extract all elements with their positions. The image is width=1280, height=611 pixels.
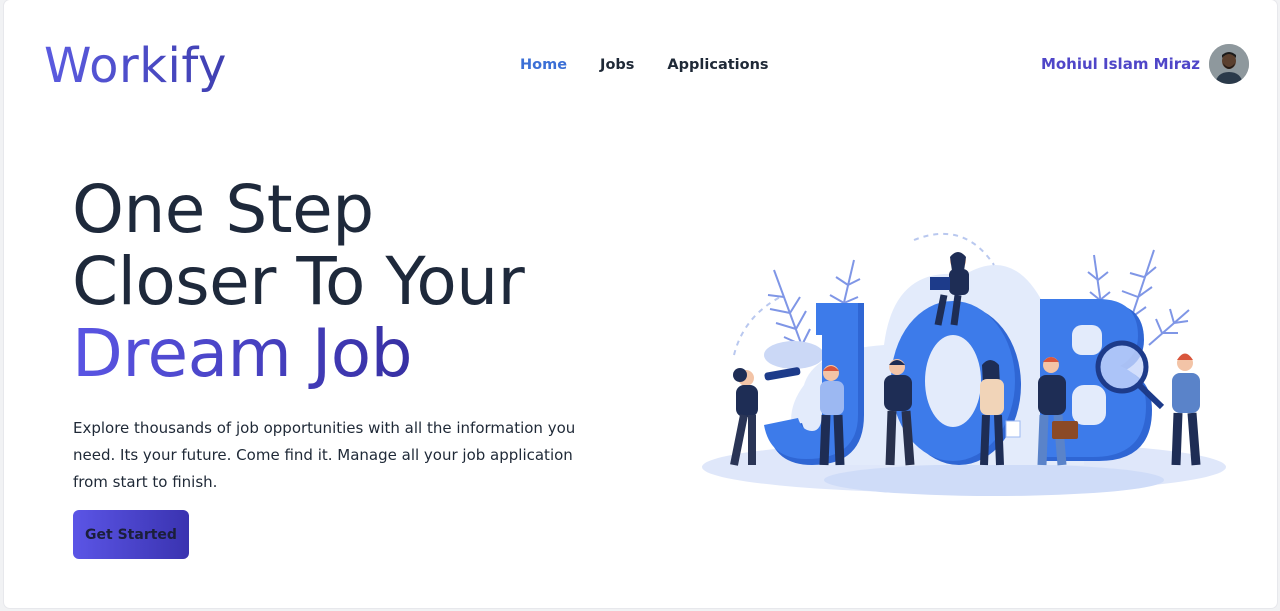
brand-logo[interactable]: Workify (44, 38, 227, 94)
main-nav: Home Jobs Applications (520, 57, 802, 73)
page-frame: Workify Home Jobs Applications Mohiul Is… (4, 0, 1277, 608)
hero-title-line1: One Step (72, 171, 374, 248)
hero-title: One Step Closer To Your Dream Job (72, 171, 525, 392)
nav-applications-link[interactable]: Applications (667, 57, 768, 73)
nav-jobs-link[interactable]: Jobs (600, 57, 634, 73)
hero-title-line2: Closer To Your (72, 243, 525, 320)
hero-description: Explore thousands of job opportunities w… (73, 419, 576, 491)
user-name[interactable]: Mohiul Islam Miraz (1041, 55, 1200, 73)
avatar[interactable] (1209, 44, 1249, 84)
user-menu[interactable]: Mohiul Islam Miraz (1041, 44, 1249, 84)
user-avatar-icon (1209, 44, 1249, 84)
get-started-button[interactable]: Get Started (73, 510, 189, 559)
hero-title-accent: Dream Job (72, 315, 413, 392)
nav-home-link[interactable]: Home (520, 57, 567, 73)
job-search-illustration (702, 232, 1226, 496)
